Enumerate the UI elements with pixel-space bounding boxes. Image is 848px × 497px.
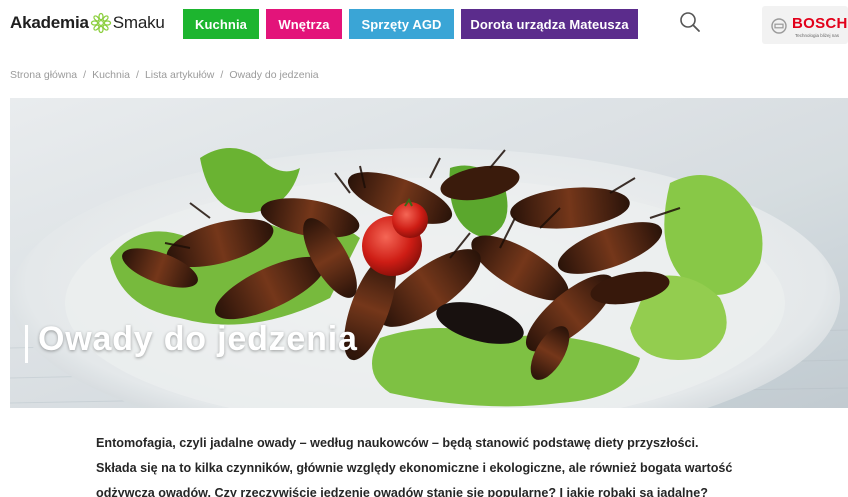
hero-image: Owady do jedzenia bbox=[10, 98, 848, 408]
breadcrumb-current: Owady do jedzenia bbox=[229, 69, 319, 81]
lead-line: Składa się na to kilka czynników, główni… bbox=[96, 461, 733, 475]
sponsor-tagline: Technologia bliżej nas bbox=[795, 33, 840, 38]
breadcrumb-kuchnia[interactable]: Kuchnia bbox=[92, 69, 130, 81]
sponsor-name: BOSCH bbox=[792, 15, 848, 32]
breadcrumb-article-list[interactable]: Lista artykułów bbox=[145, 69, 214, 81]
article-lead: Entomofagia, czyli jadalne owady – wedłu… bbox=[96, 431, 776, 497]
lead-line: odżywcza owadów. Czy rzeczywiście jedzen… bbox=[96, 486, 708, 497]
bosch-armature-icon bbox=[771, 18, 787, 34]
lead-line: Entomofagia, czyli jadalne owady – wedłu… bbox=[96, 436, 699, 450]
logo-word-1: Akademia bbox=[10, 13, 89, 32]
breadcrumb-separator: / bbox=[220, 69, 224, 81]
search-icon[interactable] bbox=[679, 11, 701, 33]
nav-kuchnia-button[interactable]: Kuchnia bbox=[183, 9, 259, 39]
breadcrumb-separator: / bbox=[136, 69, 139, 81]
article-title: Owady do jedzenia bbox=[38, 320, 358, 358]
site-logo[interactable]: Akademia Smaku bbox=[10, 11, 165, 35]
flower-icon bbox=[90, 12, 111, 34]
hero-photo-insects-on-plate bbox=[10, 98, 848, 408]
nav-sprzety-agd-button[interactable]: Sprzęty AGD bbox=[349, 9, 454, 39]
breadcrumb-separator: / bbox=[83, 69, 87, 81]
nav-wnetrza-button[interactable]: Wnętrza bbox=[266, 9, 342, 39]
logo-word-2: Smaku bbox=[112, 13, 165, 32]
nav-dorota-button[interactable]: Dorota urządza Mateusza bbox=[461, 9, 638, 39]
breadcrumb-home[interactable]: Strona główna bbox=[10, 69, 77, 81]
hero-title-accent bbox=[25, 325, 28, 363]
breadcrumb: Strona główna / Kuchnia / Lista artykułó… bbox=[10, 69, 319, 81]
site-header: Akademia Smaku Kuchnia Wnętrza Sprzęty A… bbox=[0, 0, 848, 48]
sponsor-bosch-logo[interactable]: BOSCH Technologia bliżej nas bbox=[762, 6, 848, 44]
